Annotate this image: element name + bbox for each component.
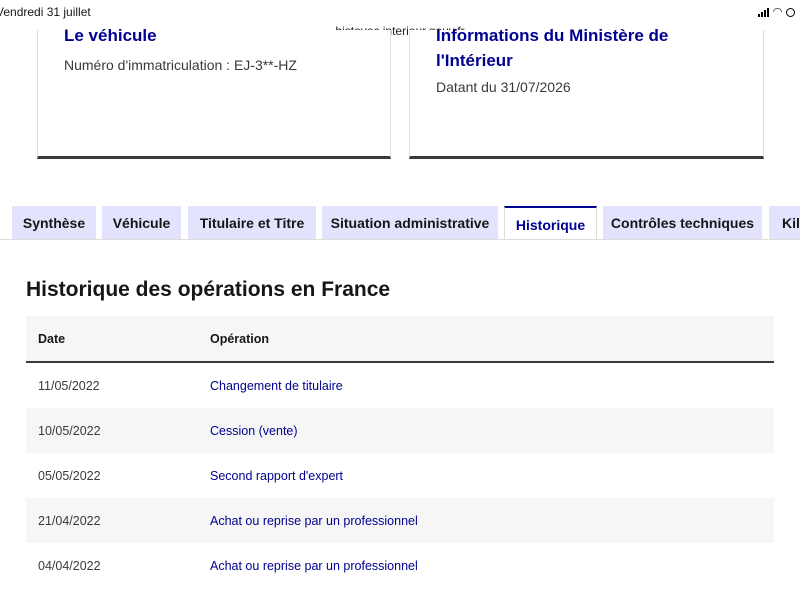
tab-bar: Synthèse Véhicule Titulaire et Titre Sit…: [0, 206, 800, 241]
status-date: Vendredi 31 juillet: [0, 5, 91, 19]
tab-controles-techniques[interactable]: Contrôles techniques: [603, 206, 762, 239]
table-row: 10/05/2022 Cession (vente): [26, 408, 774, 453]
row-operation: Cession (vente): [210, 423, 298, 438]
ministry-card-title-line1: Informations du Ministère de: [436, 26, 669, 45]
row-date: 10/05/2022: [38, 423, 101, 438]
signal-icon: [757, 7, 769, 17]
status-bar: Vendredi 31 juillet ◠ 2: [0, 0, 800, 26]
table-header-row: Date Opération: [26, 316, 774, 362]
status-icons: ◠ 2: [757, 5, 800, 19]
row-operation: Changement de titulaire: [210, 378, 343, 393]
tab-synthese[interactable]: Synthèse: [12, 206, 96, 239]
row-operation: Achat ou reprise par un professionnel: [210, 513, 418, 528]
row-date: 05/05/2022: [38, 468, 101, 483]
tab-situation-administrative[interactable]: Situation administrative: [322, 206, 498, 239]
table-row: 05/05/2022 Second rapport d'expert: [26, 453, 774, 498]
vehicle-card: Le véhicule Numéro d'immatriculation : E…: [37, 26, 391, 159]
tab-vehicule[interactable]: Véhicule: [102, 206, 181, 239]
ministry-card: Informations du Ministère de l'Intérieur…: [409, 26, 764, 159]
tab-kilometrage[interactable]: Kil: [769, 206, 800, 239]
column-header-operation: Opération: [210, 331, 270, 346]
row-operation: Second rapport d'expert: [210, 468, 344, 483]
row-date: 11/05/2022: [38, 378, 100, 393]
vehicle-card-title: Le véhicule: [64, 26, 157, 45]
table-row: 04/04/2022 Achat ou reprise par un profe…: [26, 543, 774, 588]
history-table: Date Opération 11/05/2022 Changement de …: [26, 316, 774, 588]
wifi-icon: ◠: [772, 6, 783, 18]
ministry-date: Datant du 31/07/2026: [436, 79, 571, 95]
row-operation: Achat ou reprise par un professionnel: [210, 558, 418, 573]
column-header-date: Date: [38, 331, 66, 346]
row-date: 21/04/2022: [38, 513, 101, 528]
section-title: Historique des opérations en France: [26, 278, 391, 301]
row-date: 04/04/2022: [38, 558, 101, 573]
table-row: 11/05/2022 Changement de titulaire: [26, 362, 774, 408]
plate-number: Numéro d'immatriculation : EJ-3**-HZ: [64, 57, 297, 73]
ministry-card-title-line2: l'Intérieur: [436, 51, 513, 70]
rotation-lock-icon: [786, 7, 796, 17]
tab-titulaire-titre[interactable]: Titulaire et Titre: [188, 206, 316, 239]
table-row: 21/04/2022 Achat ou reprise par un profe…: [26, 498, 774, 543]
tab-historique[interactable]: Historique: [504, 206, 597, 241]
